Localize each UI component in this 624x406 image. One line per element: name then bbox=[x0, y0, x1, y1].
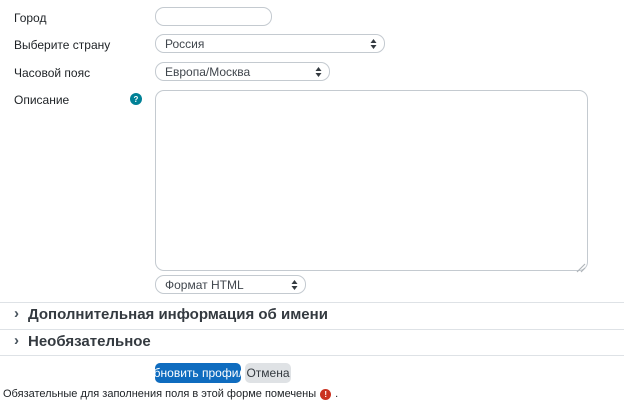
cancel-button[interactable]: Отмена bbox=[245, 363, 291, 383]
chevron-right-icon: › bbox=[14, 306, 19, 321]
country-select-value: Россия bbox=[165, 37, 204, 51]
description-textarea[interactable] bbox=[155, 90, 588, 271]
city-label: Город bbox=[14, 11, 46, 25]
divider bbox=[0, 329, 624, 330]
required-icon: ! bbox=[320, 389, 331, 400]
section-title: Дополнительная информация об имени bbox=[28, 306, 328, 323]
select-updown-arrow-icon bbox=[315, 67, 322, 77]
city-input[interactable] bbox=[155, 7, 272, 26]
description-label: Описание bbox=[14, 93, 69, 107]
country-label: Выберите страну bbox=[14, 38, 110, 52]
help-icon[interactable]: ? bbox=[130, 93, 142, 105]
format-select-value: Формат HTML bbox=[165, 278, 244, 292]
select-updown-arrow-icon bbox=[291, 280, 298, 290]
required-note-text: Обязательные для заполнения поля в этой … bbox=[3, 388, 316, 400]
required-note-suffix: . bbox=[335, 388, 338, 400]
select-updown-arrow-icon bbox=[370, 39, 377, 49]
country-select[interactable]: Россия bbox=[155, 34, 385, 53]
update-profile-button[interactable]: Обновить профиль bbox=[155, 363, 241, 383]
timezone-select-value: Европа/Москва bbox=[165, 65, 250, 79]
section-title: Необязательное bbox=[28, 333, 151, 350]
chevron-right-icon: › bbox=[14, 333, 19, 348]
divider bbox=[0, 355, 624, 356]
timezone-select[interactable]: Европа/Москва bbox=[155, 62, 330, 81]
timezone-label: Часовой пояс bbox=[14, 66, 90, 80]
section-additional-names[interactable]: › Дополнительная информация об имени bbox=[14, 306, 328, 323]
section-optional[interactable]: › Необязательное bbox=[14, 333, 151, 350]
required-fields-note: Обязательные для заполнения поля в этой … bbox=[3, 388, 338, 400]
divider bbox=[0, 302, 624, 303]
format-select[interactable]: Формат HTML bbox=[155, 275, 306, 294]
profile-edit-form: Город Выберите страну Россия Часовой поя… bbox=[0, 0, 624, 406]
textarea-resize-handle-icon[interactable] bbox=[576, 260, 586, 270]
